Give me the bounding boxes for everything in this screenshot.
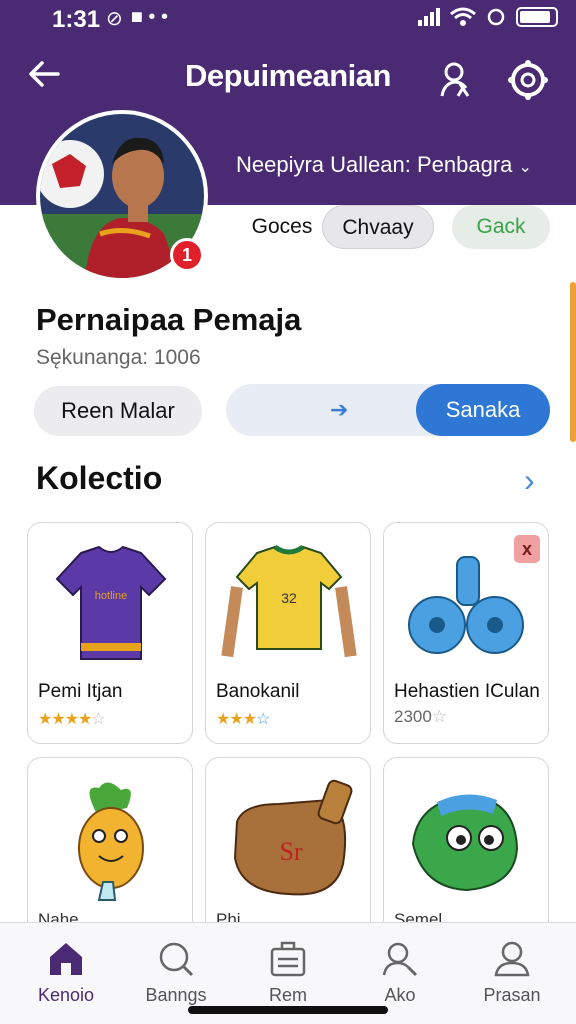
card-title: Hehastien ICulan	[394, 681, 540, 702]
alarm-icon: ⊘	[106, 8, 123, 30]
home-indicator[interactable]	[188, 1006, 388, 1014]
tab-label: Rem	[268, 985, 307, 1005]
tab-label: Ako	[384, 985, 416, 1005]
tab-inbox[interactable]: Rem	[238, 939, 338, 1006]
player-name: Pernaipaa Pemaja	[36, 302, 302, 337]
battery-icon	[516, 7, 558, 27]
chevron-down-icon: ⌄	[518, 159, 532, 176]
collection-card[interactable]: Sr Phi...	[205, 757, 371, 937]
card-count: 2300	[394, 707, 432, 726]
status-right-icons	[418, 7, 558, 27]
tab-profile[interactable]: Prasan	[462, 939, 562, 1006]
collection-card[interactable]: 32 Banokanil ★★★☆	[205, 522, 371, 744]
sanaka-button[interactable]: Sanaka	[416, 384, 550, 436]
star-icon: ☆	[431, 707, 448, 726]
subtitle-text: Neepiyra Uallean: Penbagra	[236, 152, 513, 177]
close-icon[interactable]: x	[514, 535, 540, 563]
collection-card[interactable]: hotline Pemi Itjan ★★★★☆	[27, 522, 193, 744]
status-bar: 1:31 ⊘ ■ • •	[0, 0, 576, 38]
rating-stars: ★★★☆	[216, 711, 270, 728]
collection-card[interactable]: x Hehastien ICulan 2300☆	[383, 522, 549, 744]
header-subtitle[interactable]: Neepiyra Uallean: Penbagra ⌄	[236, 152, 532, 178]
svg-text:Sr: Sr	[279, 837, 302, 866]
tab-label: Kenoio	[37, 985, 95, 1005]
card-title: Banokanil	[216, 681, 300, 702]
notification-badge: 1	[170, 238, 204, 272]
chip-gack[interactable]: Gack	[452, 205, 550, 249]
status-left-icons: ⊘ ■ • •	[106, 6, 168, 31]
card-sub: 2300☆	[394, 707, 447, 727]
card-title: Pemi Itjan	[38, 681, 123, 702]
avatar[interactable]: 1	[36, 110, 208, 282]
rating-stars: ★★★★☆	[38, 711, 106, 728]
purple-jersey-icon: hotline	[55, 545, 167, 660]
tab-user-search[interactable]: Ako	[350, 939, 450, 1006]
user-search-icon	[382, 942, 418, 977]
player-meta: Sękunanga: 1006	[36, 346, 201, 369]
signal-icon	[418, 8, 440, 26]
yellow-jersey-icon: 32	[221, 544, 357, 658]
page-title: Depuimeanian	[185, 58, 391, 93]
tab-home[interactable]: Kenoio	[16, 939, 116, 1006]
chip-chvaay[interactable]: Chvaay	[322, 205, 434, 249]
notification-dots-icon: ■ • •	[130, 6, 168, 28]
section-title: Kolectio	[36, 460, 163, 496]
search-icon	[159, 942, 194, 977]
status-time: 1:31	[52, 6, 101, 33]
reen-malar-button[interactable]: Reen Malar	[34, 386, 202, 436]
sync-icon	[487, 8, 505, 26]
tab-search[interactable]: Banngs	[126, 939, 226, 1006]
wifi-icon	[450, 7, 476, 26]
scroll-indicator[interactable]	[570, 282, 576, 442]
svg-text:32: 32	[281, 590, 297, 606]
tab-label: Prasan	[483, 985, 541, 1005]
home-icon	[50, 943, 82, 975]
settings-icon[interactable]	[506, 58, 550, 102]
mascot-fruit-icon	[78, 782, 144, 901]
inbox-icon	[270, 941, 306, 977]
chevron-right-icon[interactable]: ›	[524, 462, 535, 499]
user-settings-icon[interactable]	[434, 58, 478, 102]
collection-card[interactable]: Semel	[383, 757, 549, 937]
back-arrow-icon	[29, 61, 60, 87]
chip-goces[interactable]: Goces	[246, 205, 318, 249]
segmented-control[interactable]: ➔ Sanaka	[226, 384, 550, 436]
tab-label: Banngs	[145, 985, 207, 1005]
collection-card[interactable]: Nahe...	[27, 757, 193, 937]
bag-icon: Sr	[233, 779, 353, 896]
svg-text:hotline: hotline	[95, 590, 127, 602]
back-button[interactable]	[26, 56, 72, 102]
green-cap-icon	[411, 794, 519, 892]
profile-icon	[494, 941, 530, 977]
arrow-right-icon: ➔	[330, 397, 349, 422]
